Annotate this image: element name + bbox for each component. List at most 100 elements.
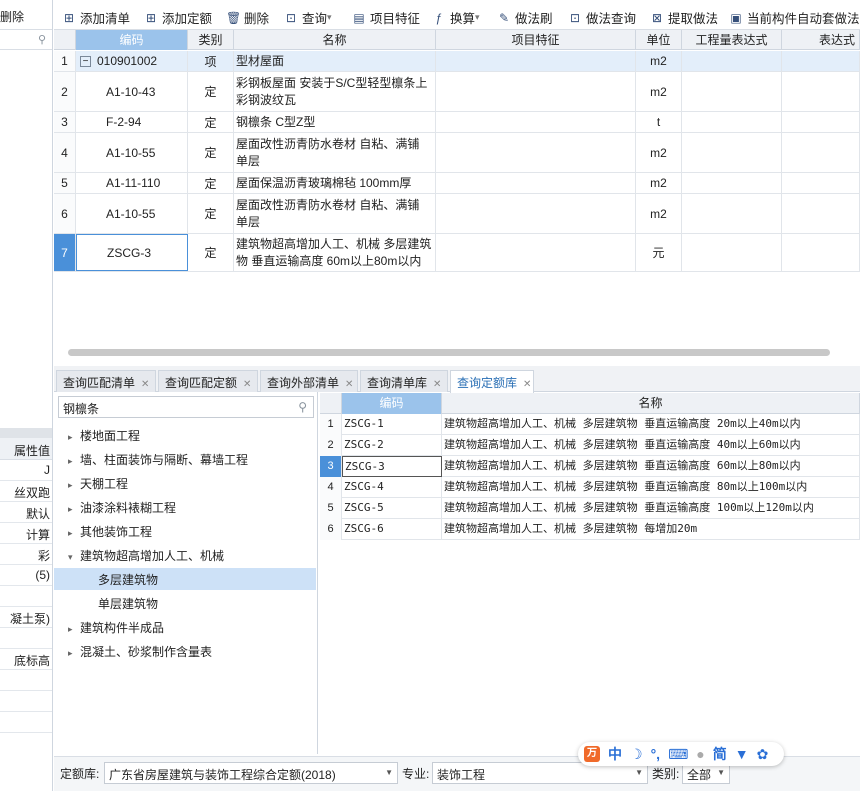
cell-code[interactable]: A1-10-55: [76, 133, 188, 172]
row-number[interactable]: 4: [320, 477, 342, 498]
keyboard-icon[interactable]: ⌨: [668, 746, 688, 763]
tab-0[interactable]: 查询匹配清单 ✕: [56, 370, 156, 392]
header-expr[interactable]: 工程量表达式: [682, 30, 782, 50]
table-row[interactable]: 6 A1-10-55 定屋面改性沥青防水卷材 自粘、满铺 单层 m2: [54, 194, 860, 234]
header-feature[interactable]: 项目特征: [436, 30, 636, 50]
cell-feature[interactable]: [436, 133, 636, 172]
chevron-right-icon[interactable]: ▸: [68, 648, 80, 659]
close-icon[interactable]: ✕: [523, 379, 531, 390]
tree-item[interactable]: ▸ 楼地面工程: [54, 424, 316, 446]
toolbar-button-3[interactable]: ⊡ 查询 ▾: [284, 8, 332, 27]
header-unit[interactable]: 单位: [636, 30, 682, 50]
cell-unit[interactable]: m2: [636, 51, 682, 71]
cell-feature[interactable]: [436, 72, 636, 111]
tree-item[interactable]: 多层建筑物: [54, 568, 316, 590]
close-icon[interactable]: ✕: [141, 379, 149, 390]
cell-code[interactable]: ZSCG-1: [342, 414, 442, 435]
cell-code[interactable]: A1-10-55: [76, 194, 188, 233]
cell-expr[interactable]: [682, 234, 782, 271]
tab-1[interactable]: 查询匹配定额 ✕: [158, 370, 258, 392]
tree-item[interactable]: ▸ 墙、柱面装饰与隔断、幕墙工程: [54, 448, 316, 470]
cell-expr2[interactable]: [782, 51, 860, 71]
tree-item[interactable]: ▾ 建筑物超高增加人工、机械: [54, 544, 316, 566]
close-icon[interactable]: ✕: [433, 379, 441, 390]
close-icon[interactable]: ✕: [345, 379, 353, 390]
cell-name[interactable]: 建筑物超高增加人工、机械 多层建筑物 垂直运输高度 60m以上80m以内: [234, 234, 436, 271]
row-number[interactable]: 6: [320, 519, 342, 540]
cell-expr[interactable]: [682, 133, 782, 172]
chevron-right-icon[interactable]: ▸: [68, 480, 80, 491]
row-number[interactable]: 5: [320, 498, 342, 519]
header-name[interactable]: 名称: [234, 30, 436, 50]
header-code[interactable]: 编码: [76, 30, 188, 50]
header-expr2[interactable]: 表达式: [782, 30, 860, 50]
cell-unit[interactable]: 元: [636, 234, 682, 271]
chevron-right-icon[interactable]: ▸: [68, 504, 80, 515]
toolbar-button-0[interactable]: ⊞ 添加清单: [62, 8, 130, 27]
row-number[interactable]: 3: [320, 456, 342, 477]
cell-code[interactable]: ZSCG-3: [76, 234, 188, 271]
cell-name[interactable]: 建筑物超高增加人工、机械 多层建筑物 垂直运输高度 80m以上100m以内: [442, 477, 860, 498]
punctuation-icon[interactable]: °,: [651, 746, 661, 762]
tree-search-input[interactable]: 钢檩条 ⚲: [58, 396, 314, 418]
property-row[interactable]: (5): [0, 565, 52, 586]
ime-chinese-toggle[interactable]: 中: [608, 744, 622, 764]
property-row[interactable]: [0, 586, 52, 607]
cell-name[interactable]: 型材屋面: [234, 51, 436, 71]
chevron-down-icon[interactable]: ▾: [68, 552, 80, 563]
close-icon[interactable]: ✕: [243, 379, 251, 390]
tab-2[interactable]: 查询外部清单 ✕: [260, 370, 358, 392]
cell-code[interactable]: A1-10-43: [76, 72, 188, 111]
cell-expr[interactable]: [682, 51, 782, 71]
property-row[interactable]: 底标高: [0, 649, 52, 670]
row-number[interactable]: 2: [320, 435, 342, 456]
table-row[interactable]: 1−010901002 项型材屋面 m2: [54, 51, 860, 72]
cell-expr2[interactable]: [782, 173, 860, 193]
property-row[interactable]: [0, 712, 52, 733]
horizontal-scrollbar[interactable]: [68, 349, 830, 356]
cell-name[interactable]: 屋面保温沥青玻璃棉毡 100mm厚: [234, 173, 436, 193]
quota-header-name[interactable]: 名称: [442, 393, 860, 414]
cell-name[interactable]: 屋面改性沥青防水卷材 自粘、满铺 单层: [234, 133, 436, 172]
cell-expr2[interactable]: [782, 133, 860, 172]
property-row[interactable]: 凝土泵): [0, 607, 52, 628]
toolbar-button-5[interactable]: ƒ 换算 ▾: [432, 8, 480, 27]
cell-unit[interactable]: m2: [636, 72, 682, 111]
cell-type[interactable]: 定: [188, 234, 234, 271]
left-delete-button[interactable]: 删除: [0, 0, 52, 30]
cell-name[interactable]: 彩钢板屋面 安装于S/C型轻型檩条上 彩钢波纹瓦: [234, 72, 436, 111]
cell-feature[interactable]: [436, 173, 636, 193]
table-row[interactable]: 6 ZSCG-6 建筑物超高增加人工、机械 多层建筑物 每增加20m: [320, 519, 860, 540]
tree-item[interactable]: ▸ 天棚工程: [54, 472, 316, 494]
cell-unit[interactable]: m2: [636, 194, 682, 233]
toolbar-button-4[interactable]: ▤ 项目特征: [352, 8, 420, 27]
cell-code[interactable]: −010901002: [76, 51, 188, 71]
cell-type[interactable]: 定: [188, 72, 234, 111]
property-row[interactable]: 计算: [0, 523, 52, 544]
cell-type[interactable]: 定: [188, 194, 234, 233]
cell-unit[interactable]: m2: [636, 173, 682, 193]
row-number[interactable]: 5: [54, 173, 76, 193]
chevron-down-icon[interactable]: ▾: [327, 12, 332, 23]
moon-icon[interactable]: ☽: [630, 746, 643, 763]
table-row[interactable]: 7 ZSCG-3 定建筑物超高增加人工、机械 多层建筑物 垂直运输高度 60m以上8…: [54, 234, 860, 272]
chevron-right-icon[interactable]: ▸: [68, 528, 80, 539]
table-row[interactable]: 5 ZSCG-5 建筑物超高增加人工、机械 多层建筑物 垂直运输高度 100m以上1…: [320, 498, 860, 519]
header-type[interactable]: 类别: [188, 30, 234, 50]
property-row[interactable]: 彩: [0, 544, 52, 565]
property-row[interactable]: [0, 628, 52, 649]
cell-code[interactable]: ZSCG-6: [342, 519, 442, 540]
tab-4[interactable]: 查询定额库 ✕: [450, 370, 534, 393]
tree-item[interactable]: 单层建筑物: [54, 592, 316, 614]
toolbar-button-1[interactable]: ⊞ 添加定额: [144, 8, 212, 27]
cell-expr2[interactable]: [782, 72, 860, 111]
cell-feature[interactable]: [436, 51, 636, 71]
ime-toolbar[interactable]: 万 中 ☽ °, ⌨ ● 简 ▼ ✿: [578, 742, 784, 766]
cell-name[interactable]: 建筑物超高增加人工、机械 多层建筑物 垂直运输高度 100m以上120m以内: [442, 498, 860, 519]
property-row[interactable]: [0, 670, 52, 691]
gear-icon[interactable]: ✿: [757, 746, 769, 763]
cell-expr2[interactable]: [782, 194, 860, 233]
left-search-input[interactable]: ⚲: [0, 30, 52, 50]
quota-lib-select[interactable]: 广东省房屋建筑与装饰工程综合定额(2018) ▼: [104, 762, 398, 784]
cell-code[interactable]: ZSCG-5: [342, 498, 442, 519]
